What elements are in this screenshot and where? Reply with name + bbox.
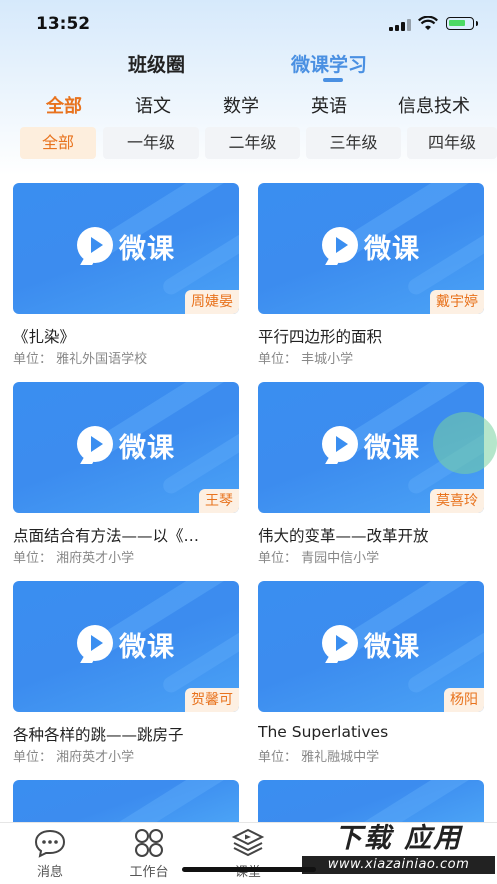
tab-indicator [323,78,343,82]
course-card-cover[interactable]: 微课 贺馨可 [13,581,239,712]
grade-filter-2[interactable]: 二年级 [205,127,300,159]
teacher-tag: 王琴 [199,489,239,513]
subject-filter-chinese[interactable]: 语文 [135,92,171,118]
layers-play-icon [231,828,265,858]
status-bar: 13:52 [0,0,497,46]
teacher-tag: 杨阳 [444,688,484,712]
course-title[interactable]: 平行四边形的面积 [258,325,488,347]
cover-label: 微课 [119,234,175,265]
watermark-title: 下载 应用 [334,823,463,854]
course-card-cover[interactable] [13,780,239,822]
subject-filter-it[interactable]: 信息技术 [398,92,470,118]
subject-filter-math[interactable]: 数学 [223,92,259,118]
teacher-tag: 莫喜玲 [430,489,484,513]
subject-filter-all[interactable]: 全部 [46,92,82,118]
grade-filter-3[interactable]: 三年级 [306,127,401,159]
tab-micro-lessons[interactable]: 微课学习 [291,50,367,77]
tab-class-circle[interactable]: 班级圈 [128,50,185,77]
course-unit: 单位： 湘府英才小学 [13,551,135,566]
grid-icon [132,828,166,858]
nav-messages-label: 消息 [36,865,63,880]
course-unit: 单位： 雅礼融城中学 [258,750,380,765]
course-title[interactable]: 各种各样的跳——跳房子 [13,723,243,745]
course-title[interactable]: 伟大的变革——改革开放 [258,524,488,546]
touch-indicator [433,412,497,474]
course-card-cover[interactable]: 微课 戴宇婷 [258,183,484,314]
cover-label: 微课 [119,632,175,663]
signal-icon [389,19,411,31]
watermark-url: www.xiazainiao.com [302,856,495,874]
grade-filter-4[interactable]: 四年级 [407,127,497,159]
course-unit: 单位： 青园中信小学 [258,551,380,566]
grade-filter-all[interactable]: 全部 [20,127,96,159]
nav-workbench[interactable]: 工作台 [114,823,184,880]
teacher-tag: 戴宇婷 [430,290,484,314]
home-indicator [182,867,316,872]
teacher-tag: 贺馨可 [185,688,239,712]
cover-label: 微课 [364,433,420,464]
course-title[interactable]: The Superlatives [258,723,488,741]
course-card-cover[interactable]: 微课 王琴 [13,382,239,513]
wifi-icon [418,16,438,30]
watermark: 下载 应用 www.xiazainiao.com [302,822,495,880]
grade-filter-1[interactable]: 一年级 [103,127,199,159]
cover-label: 微课 [364,632,420,663]
subject-filter-english[interactable]: 英语 [311,92,347,118]
chat-bubble-icon [33,828,67,858]
nav-workbench-label: 工作台 [129,865,169,880]
teacher-tag: 周婕晏 [185,290,239,314]
course-unit: 单位： 雅礼外国语学校 [13,352,148,367]
course-unit: 单位： 丰城小学 [258,352,354,367]
top-tabs: 班级圈 微课学习 [0,46,497,82]
course-title[interactable]: 《扎染》 [13,325,243,347]
course-card-cover[interactable]: 微课 周婕晏 [13,183,239,314]
course-card-cover[interactable] [258,780,484,822]
course-unit: 单位： 湘府英才小学 [13,750,135,765]
cover-label: 微课 [364,234,420,265]
cover-label: 微课 [119,433,175,464]
course-card-cover[interactable]: 微课 杨阳 [258,581,484,712]
battery-icon [446,17,478,30]
status-time: 13:52 [36,14,91,34]
nav-messages[interactable]: 消息 [15,823,85,880]
course-title[interactable]: 点面结合有方法——以《… [13,524,243,546]
